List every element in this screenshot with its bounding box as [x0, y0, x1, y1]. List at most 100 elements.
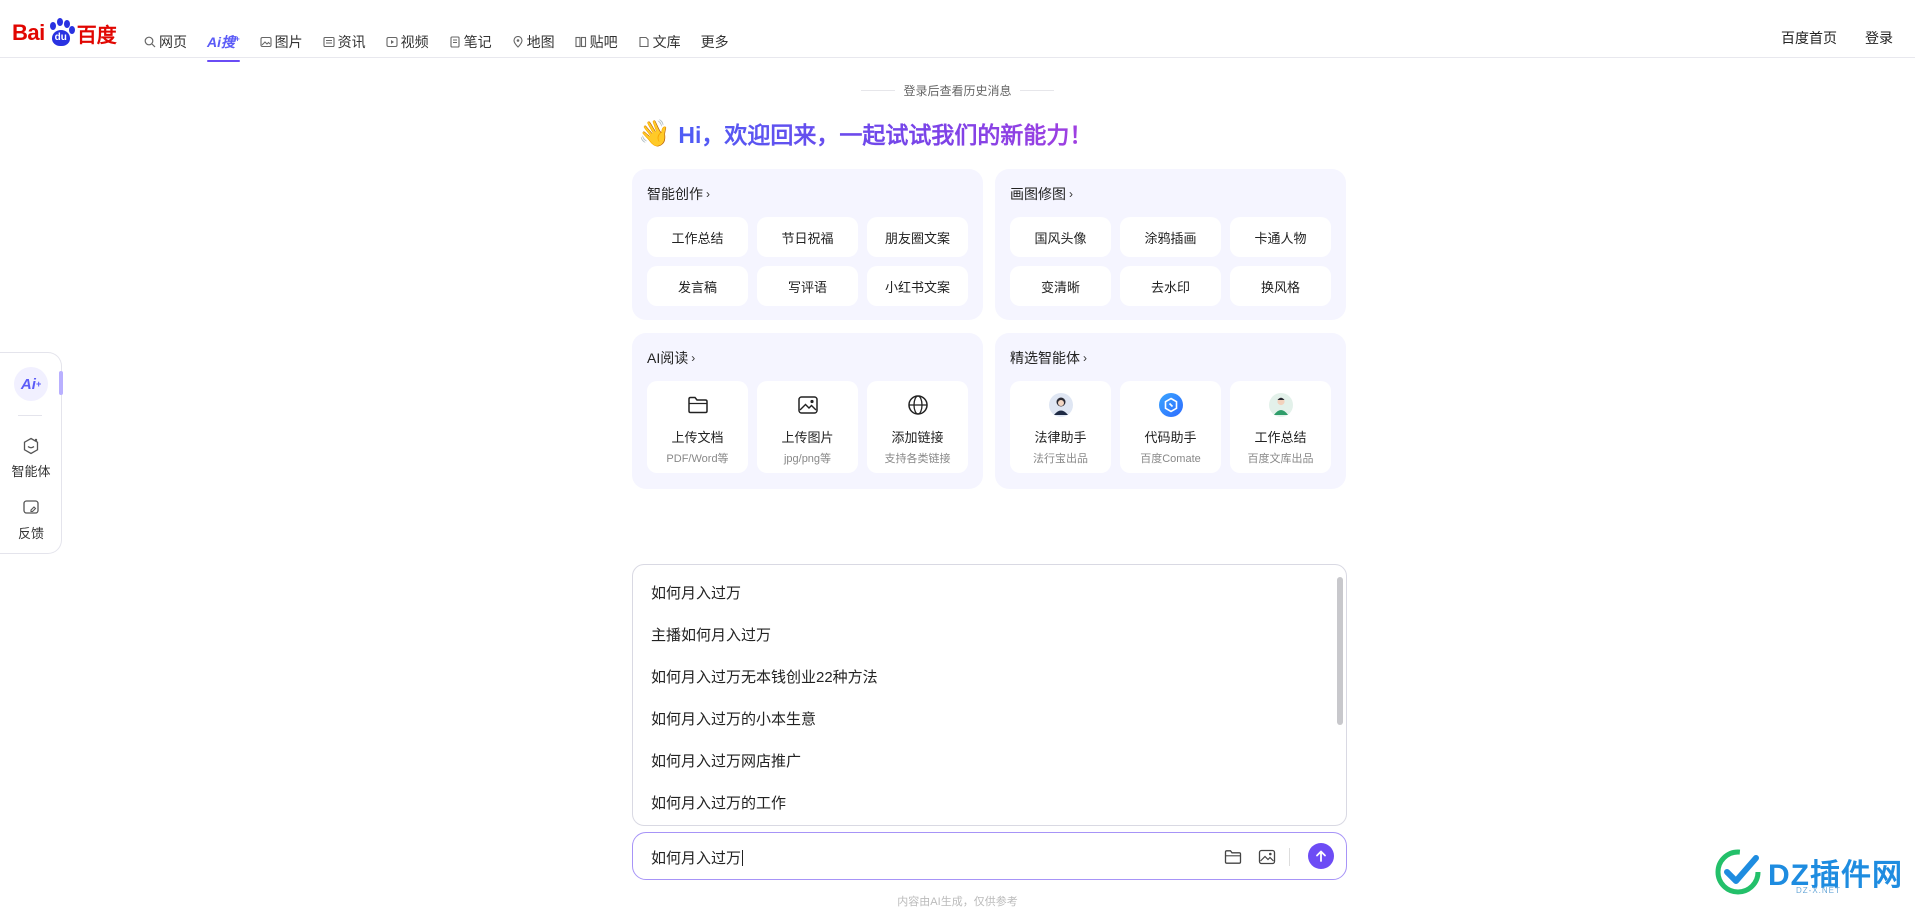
upload-file-button[interactable] — [1221, 845, 1245, 869]
tile-name: 上传图片 — [781, 430, 834, 445]
tile-upload-doc[interactable]: 上传文档 PDF/Word等 — [647, 381, 748, 473]
nav-images[interactable]: 图片 — [260, 30, 303, 54]
feedback-icon — [23, 500, 39, 514]
tile-name: 添加链接 — [891, 430, 944, 445]
chevron-right-icon: › — [691, 351, 696, 365]
chip-moments-copy[interactable]: 朋友圈文案 — [867, 217, 968, 257]
card-title[interactable]: AI阅读 › — [647, 348, 695, 368]
worker-avatar-icon — [1268, 393, 1293, 417]
suggestion-item[interactable]: 如何月入过万的小本生意 — [651, 708, 816, 729]
tile-code-assistant[interactable]: 代码助手 百度Comate — [1120, 381, 1221, 473]
top-nav: 网页 Ai搜 + 图片 资讯 视频 笔记 地图 贴吧 文库 更多 — [144, 30, 749, 62]
card-title[interactable]: 画图修图 › — [1010, 184, 1073, 204]
logo-pad-text: du — [54, 32, 67, 43]
sidebar-item-feedback[interactable]: 反馈 — [0, 499, 62, 542]
video-icon — [386, 36, 398, 48]
chip-holiday-wishes[interactable]: 节日祝福 — [757, 217, 858, 257]
tile-upload-image[interactable]: 上传图片 jpg/png等 — [757, 381, 858, 473]
chevron-right-icon: › — [1069, 187, 1073, 201]
sidebar-ai-label: Ai — [20, 375, 36, 393]
text-caret — [742, 850, 744, 866]
tile-name: 代码助手 — [1144, 430, 1197, 445]
tieba-icon — [575, 36, 586, 48]
tile-work-summary-agent[interactable]: 工作总结 百度文库出品 — [1230, 381, 1331, 473]
arrow-up-icon — [1316, 850, 1326, 862]
nav-label: 资讯 — [337, 34, 366, 50]
chat-input[interactable]: 如何月入过万 — [632, 832, 1347, 880]
nav-news[interactable]: 资讯 — [323, 30, 366, 54]
chevron-right-icon: › — [706, 187, 710, 201]
nav-tieba[interactable]: 贴吧 — [575, 30, 618, 54]
suggestion-item[interactable]: 如何月入过万的工作 — [651, 792, 786, 813]
nav-label: 更多 — [700, 34, 729, 50]
nav-more[interactable]: 更多 — [701, 30, 729, 54]
scrollbar[interactable] — [1337, 577, 1343, 725]
checkmark-logo-icon — [1715, 849, 1761, 895]
chat-input-value: 如何月入过万 — [651, 850, 742, 867]
send-button[interactable] — [1308, 843, 1334, 869]
nav-label: 文库 — [652, 34, 681, 50]
chip-work-summary[interactable]: 工作总结 — [647, 217, 748, 257]
baidu-home-link[interactable]: 百度首页 — [1781, 28, 1837, 48]
tile-name: 上传文档 — [671, 430, 724, 445]
greeting-text: Hi，欢迎回来，一起试试我们的新能力！ — [678, 116, 1092, 150]
nav-video[interactable]: 视频 — [386, 30, 429, 54]
sidebar-label: 反馈 — [17, 526, 44, 541]
sidebar-label: 智能体 — [11, 464, 51, 479]
active-indicator — [59, 371, 63, 395]
tile-sub: 百度Comate — [1140, 453, 1201, 465]
ai-disclaimer: 内容由AI生成，仅供参考 — [897, 896, 1018, 908]
folder-icon — [1224, 850, 1242, 864]
nav-map[interactable]: 地图 — [512, 30, 555, 54]
nav-label: 笔记 — [463, 34, 492, 50]
chip-xiaohongshu-copy[interactable]: 小红书文案 — [867, 266, 968, 306]
ai-icon: Ai搜 — [207, 34, 235, 50]
agent-icon — [23, 437, 39, 455]
card-smart-create: 智能创作 › 工作总结 节日祝福 朋友圈文案 发言稿 写评语 小红书文案 — [632, 169, 983, 320]
chip-cartoon[interactable]: 卡通人物 — [1230, 217, 1331, 257]
watermark: DZ插件网 DZ-X.NET — [1712, 846, 1903, 898]
suggestion-item[interactable]: 如何月入过万网店推广 — [651, 750, 801, 771]
chip-change-style[interactable]: 换风格 — [1230, 266, 1331, 306]
nav-label: 图片 — [274, 34, 303, 50]
history-hint: 登录后查看历史消息 — [0, 82, 1915, 99]
tile-sub: 百度文库出品 — [1247, 453, 1314, 465]
suggestion-item[interactable]: 如何月入过万 — [651, 582, 741, 603]
ai-assistant-icon[interactable]: Ai + — [14, 367, 48, 401]
news-icon — [323, 36, 335, 48]
chip-sharpen[interactable]: 变清晰 — [1010, 266, 1111, 306]
suggestion-dropdown: 如何月入过万 主播如何月入过万 如何月入过万无本钱创业22种方法 如何月入过万的… — [632, 564, 1347, 826]
baidu-logo[interactable]: Bai du 百度 — [12, 16, 117, 50]
greeting: 👋 Hi，欢迎回来，一起试试我们的新能力！ — [638, 116, 1092, 150]
chip-remove-watermark[interactable]: 去水印 — [1120, 266, 1221, 306]
suggestion-item[interactable]: 主播如何月入过万 — [651, 624, 771, 645]
chip-comments[interactable]: 写评语 — [757, 266, 858, 306]
nav-label: 地图 — [526, 34, 555, 50]
nav-ai-search[interactable]: Ai搜 + — [207, 30, 240, 62]
note-icon — [450, 36, 460, 48]
chip-speech[interactable]: 发言稿 — [647, 266, 748, 306]
chip-doodle[interactable]: 涂鸦插画 — [1120, 217, 1221, 257]
tile-sub: PDF/Word等 — [666, 453, 729, 465]
card-featured-agents: 精选智能体 › 法律助手 法行宝出品 代码助手 百度Comate 工作总结 百度文… — [995, 333, 1346, 489]
paw-icon: du — [47, 18, 75, 48]
image-icon — [797, 396, 818, 414]
chip-guofeng-avatar[interactable]: 国风头像 — [1010, 217, 1111, 257]
upload-image-button[interactable] — [1255, 845, 1279, 869]
nav-notes[interactable]: 笔记 — [449, 30, 492, 54]
card-title[interactable]: 精选智能体 › — [1010, 348, 1087, 368]
nav-web[interactable]: 网页 — [144, 30, 187, 54]
nav-library[interactable]: 文库 — [638, 30, 681, 54]
history-hint-text[interactable]: 登录后查看历史消息 — [903, 82, 1011, 99]
tile-add-link[interactable]: 添加链接 支持各类链接 — [867, 381, 968, 473]
left-floating-bar: Ai + 智能体 反馈 — [0, 352, 63, 554]
logo-text-bai: Bai — [12, 20, 45, 45]
tile-legal-assistant[interactable]: 法律助手 法行宝出品 — [1010, 381, 1111, 473]
image-icon — [1258, 849, 1276, 865]
login-link[interactable]: 登录 — [1865, 28, 1893, 48]
card-title[interactable]: 智能创作 › — [647, 184, 710, 204]
chevron-right-icon: › — [1083, 351, 1087, 365]
sidebar-item-agents[interactable]: 智能体 — [0, 437, 62, 480]
tile-name: 法律助手 — [1034, 430, 1087, 445]
suggestion-item[interactable]: 如何月入过万无本钱创业22种方法 — [651, 666, 878, 687]
